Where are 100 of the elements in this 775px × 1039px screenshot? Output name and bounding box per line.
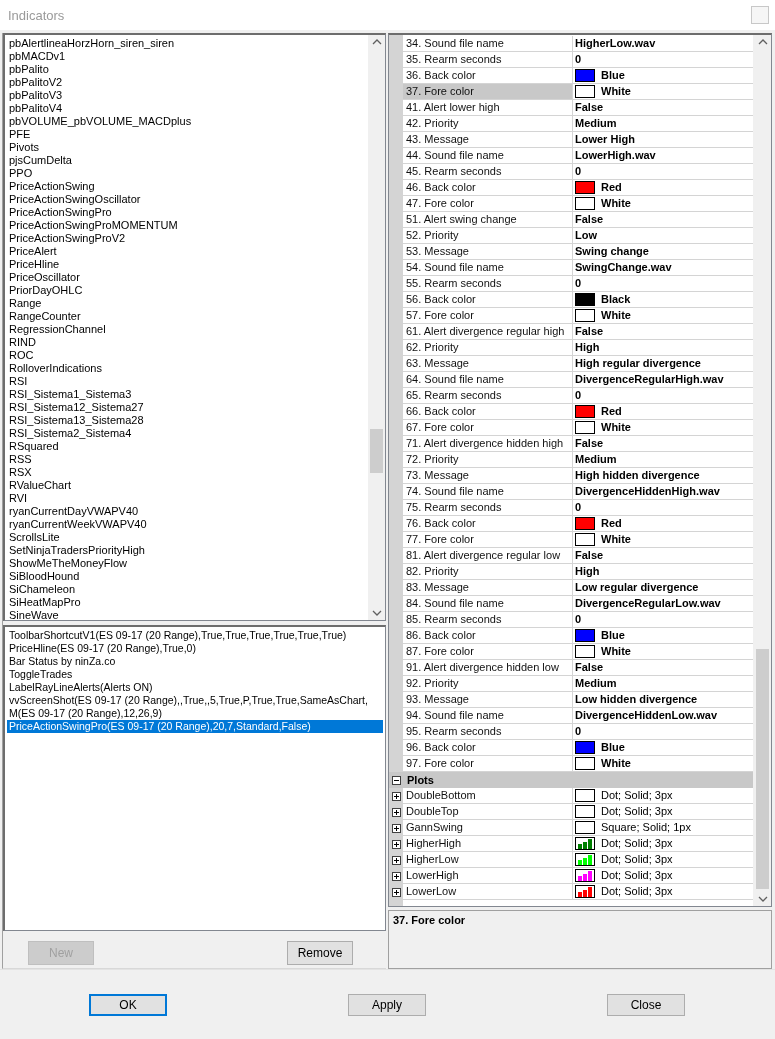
property-value[interactable]: SwingChange.wav — [575, 260, 672, 275]
property-name[interactable]: 85. Rearm seconds — [403, 612, 573, 628]
property-name[interactable]: 84. Sound file name — [403, 596, 573, 612]
dialog-button[interactable]: Remove — [287, 941, 353, 965]
expand-icon[interactable] — [391, 839, 401, 849]
property-value[interactable]: Square; Solid; 1px — [601, 820, 691, 835]
property-value[interactable]: False — [575, 436, 604, 451]
property-value[interactable]: High — [575, 340, 600, 355]
property-value[interactable]: Dot; Solid; 3px — [601, 788, 673, 803]
list-item[interactable]: PriceActionSwingPro — [7, 206, 366, 219]
property-value[interactable]: Lower High — [575, 132, 635, 147]
list-item[interactable]: Bar Status by ninZa.co — [7, 655, 383, 668]
property-name[interactable]: 71. Alert divergence hidden high — [403, 436, 573, 452]
list-item[interactable]: pbPalitoV4 — [7, 102, 366, 115]
property-value[interactable]: White — [601, 308, 631, 323]
list-item[interactable]: vvScreenShot(ES 09-17 (20 Range),,True,,5,True,P,True,True,SameAsChart, — [7, 694, 383, 707]
expand-icon[interactable] — [391, 871, 401, 881]
scroll-up-icon[interactable] — [757, 39, 768, 45]
property-value[interactable]: Dot; Solid; 3px — [601, 852, 673, 867]
property-name[interactable]: 57. Fore color — [403, 308, 573, 324]
property-name[interactable]: 95. Rearm seconds — [403, 724, 573, 740]
property-name[interactable]: 34. Sound file name — [403, 36, 573, 52]
list-item[interactable]: pbMACDv1 — [7, 50, 366, 63]
property-name[interactable]: 83. Message — [403, 580, 573, 596]
property-name[interactable]: 62. Priority — [403, 340, 573, 356]
scroll-down-icon[interactable] — [757, 896, 768, 903]
property-value[interactable]: DivergenceRegularLow.wav — [575, 596, 721, 611]
property-value[interactable]: White — [601, 84, 631, 99]
scroll-thumb[interactable] — [370, 429, 383, 473]
property-name[interactable]: 63. Message — [403, 356, 573, 372]
property-name[interactable]: 51. Alert swing change — [403, 212, 573, 228]
list-item[interactable]: PriceAlert — [7, 245, 366, 258]
property-value[interactable]: Blue — [601, 628, 625, 643]
property-name[interactable]: 41. Alert lower high — [403, 100, 573, 116]
property-value[interactable]: High — [575, 564, 600, 579]
list-item[interactable]: RSI_Sistema12_Sistema27 — [7, 401, 366, 414]
property-value[interactable]: White — [601, 644, 631, 659]
list-item[interactable]: ToggleTrades — [7, 668, 383, 681]
scroll-up-icon[interactable] — [371, 39, 382, 45]
expand-icon[interactable] — [391, 855, 401, 865]
property-name[interactable]: HigherHigh — [403, 836, 573, 852]
list-item[interactable]: ShowMeTheMoneyFlow — [7, 557, 366, 570]
property-name[interactable]: 64. Sound file name — [403, 372, 573, 388]
list-item[interactable]: pbVOLUME_pbVOLUME_MACDplus — [7, 115, 366, 128]
scrollbar[interactable] — [753, 35, 771, 907]
property-name[interactable]: 42. Priority — [403, 116, 573, 132]
property-value[interactable]: White — [601, 532, 631, 547]
property-value[interactable]: Swing change — [575, 244, 649, 259]
property-value[interactable]: White — [601, 196, 631, 211]
list-item[interactable]: RSI — [7, 375, 366, 388]
property-value[interactable]: LowerHigh.wav — [575, 148, 656, 163]
list-item[interactable]: pbPalito — [7, 63, 366, 76]
property-name[interactable]: 45. Rearm seconds — [403, 164, 573, 180]
property-value[interactable]: Low regular divergence — [575, 580, 699, 595]
list-item[interactable]: RSI_Sistema2_Sistema4 — [7, 427, 366, 440]
property-name[interactable]: 96. Back color — [403, 740, 573, 756]
expand-icon[interactable] — [391, 807, 401, 817]
property-value[interactable]: Blue — [601, 68, 625, 83]
list-item[interactable]: RangeCounter — [7, 310, 366, 323]
property-name[interactable]: 47. Fore color — [403, 196, 573, 212]
property-value[interactable]: Medium — [575, 452, 617, 467]
scroll-thumb[interactable] — [756, 649, 769, 889]
property-name[interactable]: 93. Message — [403, 692, 573, 708]
property-name[interactable]: 92. Priority — [403, 676, 573, 692]
list-item[interactable]: RSquared — [7, 440, 366, 453]
property-value[interactable]: DivergenceHiddenLow.wav — [575, 708, 718, 723]
property-name[interactable]: GannSwing — [403, 820, 573, 836]
list-item[interactable]: Pivots — [7, 141, 366, 154]
list-item[interactable]: pjsCumDelta — [7, 154, 366, 167]
property-name[interactable]: 75. Rearm seconds — [403, 500, 573, 516]
property-value[interactable]: 0 — [575, 164, 582, 179]
property-value[interactable]: Medium — [575, 116, 617, 131]
property-value[interactable]: 0 — [575, 276, 582, 291]
property-value[interactable]: False — [575, 548, 604, 563]
property-value[interactable]: DivergenceRegularHigh.wav — [575, 372, 724, 387]
property-name[interactable]: 43. Message — [403, 132, 573, 148]
list-item[interactable]: PriorDayOHLC — [7, 284, 366, 297]
list-item[interactable]: RIND — [7, 336, 366, 349]
property-name[interactable]: 61. Alert divergence regular high — [403, 324, 573, 340]
list-item[interactable]: SiHeatMapPro — [7, 596, 366, 609]
collapse-icon[interactable] — [392, 775, 401, 785]
property-name[interactable]: 74. Sound file name — [403, 484, 573, 500]
list-item[interactable]: PriceActionSwing — [7, 180, 366, 193]
property-name[interactable]: 46. Back color — [403, 180, 573, 196]
list-item[interactable]: ryanCurrentDayVWAPV40 — [7, 505, 366, 518]
dialog-button[interactable]: OK — [89, 993, 167, 1016]
property-value[interactable]: 0 — [575, 500, 582, 515]
expand-icon[interactable] — [391, 791, 401, 801]
dialog-button[interactable]: Close — [607, 993, 685, 1016]
property-name[interactable]: 73. Message — [403, 468, 573, 484]
property-value[interactable]: High regular divergence — [575, 356, 701, 371]
list-item[interactable]: pbAlertlineaHorzHorn_siren_siren — [7, 37, 366, 50]
property-value[interactable]: Red — [601, 404, 622, 419]
list-item[interactable]: LabelRayLineAlerts(Alerts ON) — [7, 681, 383, 694]
list-item[interactable]: SiBloodHound — [7, 570, 366, 583]
expand-icon[interactable] — [391, 823, 401, 833]
property-value[interactable]: False — [575, 324, 604, 339]
property-name[interactable]: 55. Rearm seconds — [403, 276, 573, 292]
list-item[interactable]: pbPalitoV2 — [7, 76, 366, 89]
list-item[interactable]: ScrollsLite — [7, 531, 366, 544]
